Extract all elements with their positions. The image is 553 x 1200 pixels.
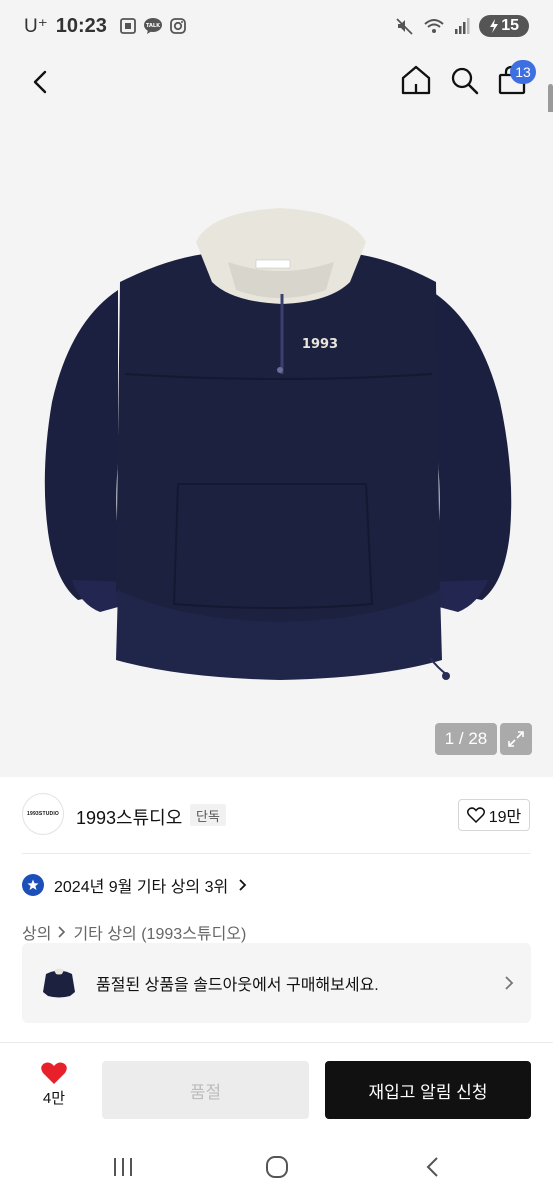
cart-count-badge: 13 bbox=[510, 60, 536, 84]
ranking-link[interactable]: 2024년 9월 기타 상의 3위 bbox=[22, 873, 248, 897]
talk-icon: TALK bbox=[143, 18, 162, 34]
product-thumbnail bbox=[43, 968, 75, 998]
carrier-label: U⁺ bbox=[24, 15, 48, 37]
breadcrumb-item-category[interactable]: 기타 상의 (1993스튜디오) bbox=[73, 920, 246, 944]
heart-filled-icon bbox=[41, 1062, 67, 1084]
home-button[interactable] bbox=[398, 62, 434, 98]
app-header: 13 bbox=[0, 52, 553, 112]
recent-apps-icon bbox=[114, 1158, 132, 1176]
instagram-icon bbox=[170, 18, 186, 34]
wifi-icon bbox=[424, 19, 444, 33]
expand-button[interactable] bbox=[500, 723, 532, 755]
product-image-gallery[interactable]: 1993 1 / 28 bbox=[0, 112, 553, 777]
brand-like-count: 19만 bbox=[488, 809, 522, 826]
star-icon bbox=[27, 879, 39, 890]
exclusive-tag: 단독 bbox=[190, 804, 226, 826]
restock-alert-button[interactable]: 재입고 알림 신청 bbox=[325, 1061, 531, 1119]
rank-badge-icon bbox=[22, 874, 44, 896]
expand-icon bbox=[508, 731, 524, 747]
system-nav-bar bbox=[0, 1140, 553, 1200]
heart-outline-icon bbox=[466, 807, 485, 823]
jacket-logo-text: 1993 bbox=[302, 337, 338, 352]
clock: 10:23 bbox=[55, 14, 107, 37]
ranking-text: 2024년 9월 기타 상의 3위 bbox=[54, 879, 229, 896]
soldout-banner-text: 품절된 상품을 솔드아웃에서 구매해보세요. bbox=[96, 977, 379, 994]
battery-indicator: 15 bbox=[479, 15, 529, 37]
brand-row: 1993STUDIO 1993스튜디오 단독 19만 bbox=[0, 777, 553, 855]
mute-icon bbox=[396, 18, 413, 35]
soldout-thumbnail bbox=[38, 962, 80, 1004]
chevron-right-icon bbox=[505, 976, 514, 990]
wish-button[interactable]: 4만 bbox=[28, 1061, 80, 1108]
signal-icon bbox=[455, 18, 470, 34]
bottom-action-bar: 4만 품절 재입고 알림 신청 bbox=[0, 1043, 553, 1140]
breadcrumb: 상의 기타 상의 (1993스튜디오) bbox=[22, 920, 246, 944]
recent-apps-button[interactable] bbox=[110, 1154, 136, 1180]
battery-level: 15 bbox=[501, 17, 519, 34]
svg-text:TALK: TALK bbox=[146, 23, 161, 29]
screenshot-icon bbox=[120, 18, 136, 34]
circle-home-icon bbox=[266, 1156, 288, 1178]
soldout-banner[interactable]: 품절된 상품을 솔드아웃에서 구매해보세요. bbox=[22, 943, 531, 1023]
brand-logo[interactable]: 1993STUDIO bbox=[22, 793, 64, 835]
search-button[interactable] bbox=[446, 62, 482, 98]
back-arrow-icon bbox=[426, 1157, 438, 1177]
status-bar: U⁺ 10:23 TALK 15 bbox=[0, 0, 553, 52]
brand-name[interactable]: 1993스튜디오 bbox=[76, 804, 182, 830]
image-counter: 1 / 28 bbox=[435, 723, 497, 755]
breadcrumb-item-top[interactable]: 상의 bbox=[22, 920, 51, 944]
soldout-button[interactable]: 품절 bbox=[102, 1061, 309, 1119]
chevron-right-icon bbox=[239, 879, 247, 891]
divider bbox=[22, 853, 531, 854]
home-icon bbox=[401, 65, 431, 95]
charging-icon bbox=[490, 19, 499, 33]
chevron-right-icon bbox=[58, 926, 66, 938]
system-home-button[interactable] bbox=[264, 1154, 290, 1180]
search-icon bbox=[451, 67, 479, 95]
system-back-button[interactable] bbox=[420, 1154, 446, 1180]
product-image: 1993 bbox=[44, 208, 512, 680]
chevron-left-icon bbox=[33, 70, 47, 94]
brand-like-button[interactable]: 19만 bbox=[458, 799, 530, 831]
wish-count: 4만 bbox=[42, 1090, 66, 1107]
back-button[interactable] bbox=[22, 64, 58, 100]
